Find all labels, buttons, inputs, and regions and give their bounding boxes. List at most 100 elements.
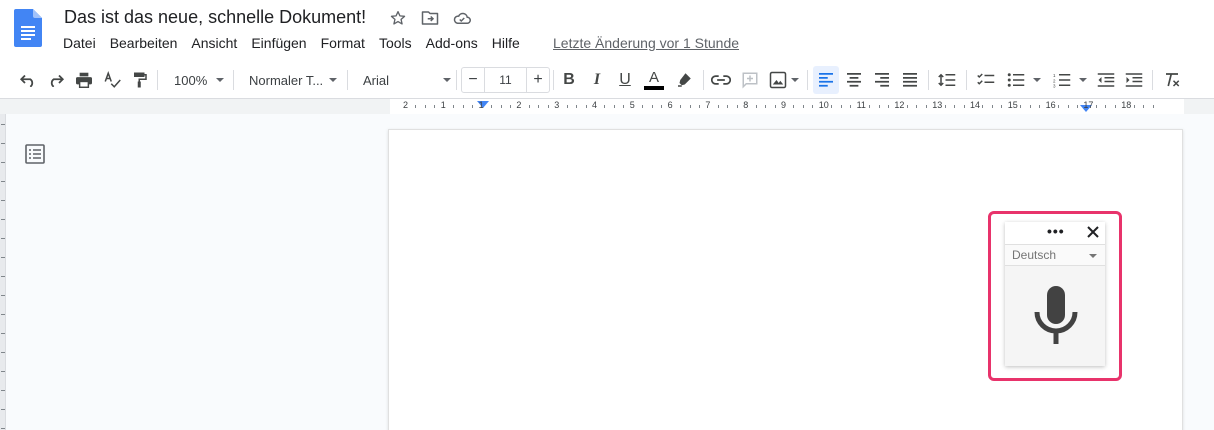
menu-hilfe[interactable]: Hilfe — [492, 35, 520, 51]
vertical-ruler[interactable] — [0, 114, 6, 430]
ruler-tick — [1, 352, 5, 353]
ruler-number: 10 — [818, 100, 829, 110]
ruler-number: 6 — [667, 100, 673, 110]
voice-typing-header: ••• — [1005, 222, 1105, 244]
underline-icon[interactable]: U — [615, 66, 635, 94]
document-outline-icon[interactable] — [25, 144, 45, 164]
menu-ansicht[interactable]: Ansicht — [191, 35, 237, 51]
menu-add-ons[interactable]: Add-ons — [426, 35, 478, 51]
horizontal-ruler[interactable]: 2 1 1 2 3 4 5 6 7 8 9 10 11 12 13 14 15 16 17 18 — [390, 99, 1184, 114]
ruler-number: 14 — [970, 100, 981, 110]
menu-datei[interactable]: Datei — [63, 35, 96, 51]
ruler-tick — [869, 105, 871, 108]
ruler-tick — [925, 105, 927, 108]
menu-tools[interactable]: Tools — [379, 35, 412, 51]
ruler-number: 15 — [1007, 100, 1018, 110]
ruler-tick — [462, 105, 464, 108]
decrease-indent-icon[interactable] — [1094, 66, 1118, 94]
align-justify-icon[interactable] — [898, 66, 922, 94]
chevron-down-icon — [1089, 254, 1097, 258]
ruler-number: 4 — [592, 100, 598, 110]
increase-indent-icon[interactable] — [1122, 66, 1146, 94]
align-center-icon[interactable] — [842, 66, 866, 94]
ruler-tick — [840, 105, 842, 108]
ruler-number: 1 — [478, 100, 484, 110]
voice-typing-panel: ••• Deutsch — [1005, 222, 1105, 366]
ruler-tick — [1114, 105, 1116, 108]
ruler-tick — [850, 105, 852, 108]
ruler-tick — [1, 314, 5, 315]
toolbar-right-group: B I U A 123 — [0, 62, 1214, 99]
ruler-tick — [1, 219, 5, 220]
svg-text:2: 2 — [1053, 78, 1056, 83]
star-icon[interactable] — [388, 8, 408, 28]
last-edit-link[interactable]: Letzte Änderung vor 1 Stunde — [553, 35, 739, 51]
checklist-icon[interactable] — [974, 66, 998, 94]
ruler-tick — [1, 333, 5, 334]
italic-icon[interactable]: I — [587, 66, 607, 94]
ruler-number: 18 — [1121, 100, 1132, 110]
ruler-tick — [774, 105, 776, 108]
ruler-tick — [1105, 105, 1107, 108]
ruler-tick — [1, 143, 5, 144]
bold-icon[interactable]: B — [559, 66, 579, 94]
ruler-tick — [1, 257, 5, 258]
cloud-saved-icon[interactable] — [452, 8, 472, 28]
menu-bearbeiten[interactable]: Bearbeiten — [110, 35, 178, 51]
ruler-tick — [604, 105, 606, 108]
document-title[interactable]: Das ist das neue, schnelle Dokument! — [64, 7, 366, 28]
move-to-folder-icon[interactable] — [420, 8, 440, 28]
ruler-tick — [613, 105, 615, 108]
ruler-tick — [812, 105, 814, 108]
ruler-tick — [1, 200, 5, 201]
toolbar-separator — [553, 70, 554, 90]
ruler-number: 3 — [554, 100, 560, 110]
ruler-tick — [566, 105, 568, 108]
ruler-tick — [1, 276, 5, 277]
language-value: Deutsch — [1012, 248, 1057, 262]
add-comment-icon[interactable] — [739, 66, 761, 94]
ruler-tick — [1, 371, 5, 372]
insert-image-icon[interactable] — [767, 66, 801, 94]
header-bar: Das ist das neue, schnelle Dokument! Dat… — [0, 0, 1214, 62]
ruler-tick — [1133, 105, 1135, 108]
ruler-tick — [472, 105, 474, 108]
ruler-tick — [887, 105, 889, 108]
ruler-tick — [1001, 105, 1003, 108]
insert-link-icon[interactable] — [710, 66, 732, 94]
toolbar-separator — [966, 70, 967, 90]
highlight-color-icon[interactable] — [673, 66, 695, 94]
align-left-icon[interactable] — [813, 66, 839, 94]
language-select[interactable]: Deutsch — [1005, 244, 1105, 266]
google-docs-logo-icon[interactable] — [14, 9, 42, 47]
ruler-tick — [765, 105, 767, 108]
ruler-tick — [434, 105, 436, 108]
ruler-tick — [576, 105, 578, 108]
menu-einfuegen[interactable]: Einfügen — [251, 35, 306, 51]
ruler-tick — [1095, 105, 1097, 108]
menu-format[interactable]: Format — [321, 35, 365, 51]
close-icon[interactable] — [1086, 225, 1100, 239]
text-color-icon[interactable]: A — [643, 66, 665, 94]
toolbar-separator — [928, 70, 929, 90]
microphone-icon[interactable] — [1033, 284, 1079, 348]
ruler-tick — [528, 105, 530, 108]
more-options-icon[interactable]: ••• — [1047, 224, 1065, 238]
ruler-number: 11 — [856, 100, 866, 110]
align-right-icon[interactable] — [870, 66, 894, 94]
ruler-tick — [727, 105, 729, 108]
ruler-tick — [1152, 105, 1154, 108]
ruler-number: 16 — [1045, 100, 1056, 110]
ruler-tick — [991, 105, 993, 108]
ruler-tick — [500, 105, 502, 108]
ruler-tick — [680, 105, 682, 108]
ruler-number: 2 — [516, 100, 522, 110]
ruler-tick — [793, 105, 795, 108]
ruler-tick — [1, 409, 5, 410]
line-spacing-icon[interactable] — [935, 66, 959, 94]
ruler-tick — [453, 105, 455, 108]
toolbar-separator — [1152, 70, 1153, 90]
numbered-list-icon[interactable]: 123 — [1050, 66, 1090, 94]
clear-formatting-icon[interactable] — [1160, 66, 1184, 94]
bulleted-list-icon[interactable] — [1004, 66, 1044, 94]
